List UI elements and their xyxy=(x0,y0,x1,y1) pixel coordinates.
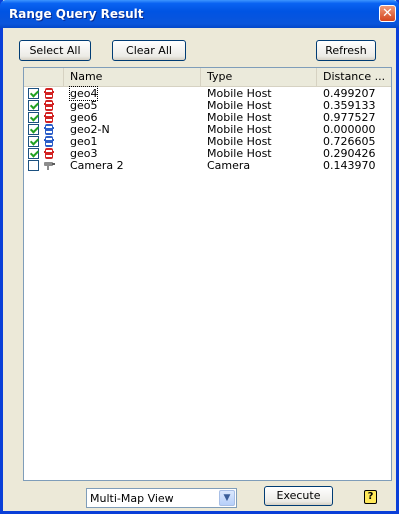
row-checkbox[interactable] xyxy=(28,88,39,99)
row-checkbox[interactable] xyxy=(28,100,39,111)
row-checkbox[interactable] xyxy=(28,124,39,135)
view-select[interactable]: Multi-Map View ▼ xyxy=(86,488,237,508)
refresh-button[interactable]: Refresh xyxy=(316,40,376,61)
close-button[interactable]: ✕ xyxy=(379,5,396,22)
column-header-name[interactable]: Name xyxy=(64,68,201,86)
row-checkbox[interactable] xyxy=(28,160,39,171)
title-bar[interactable]: Range Query Result ✕ xyxy=(0,0,399,28)
column-header-distance[interactable]: Distance ... xyxy=(317,68,391,86)
header-checkbox-column[interactable] xyxy=(24,68,64,86)
row-name: Camera 2 xyxy=(70,159,124,172)
window-title: Range Query Result xyxy=(9,7,144,21)
view-select-value: Multi-Map View xyxy=(90,492,174,505)
chevron-down-icon[interactable]: ▼ xyxy=(219,490,235,506)
camera-icon xyxy=(42,159,56,172)
row-distance: 0.143970 xyxy=(323,159,376,172)
row-checkbox[interactable] xyxy=(28,148,39,159)
row-type: Camera xyxy=(207,159,251,172)
clear-all-button[interactable]: Clear All xyxy=(112,40,186,61)
list-header: Name Type Distance ... xyxy=(24,68,391,87)
range-query-window: Range Query Result ✕ Select All Clear Al… xyxy=(0,0,399,514)
help-icon[interactable]: ? xyxy=(364,490,377,504)
select-all-button[interactable]: Select All xyxy=(19,40,91,61)
table-row[interactable]: Camera 2 Camera 0.143970 xyxy=(24,159,391,172)
results-list[interactable]: Name Type Distance ... geo4 Mobile Host 0.… xyxy=(23,67,392,481)
row-checkbox[interactable] xyxy=(28,136,39,147)
column-header-type[interactable]: Type xyxy=(201,68,317,86)
execute-button[interactable]: Execute xyxy=(264,486,333,506)
row-checkbox[interactable] xyxy=(28,112,39,123)
